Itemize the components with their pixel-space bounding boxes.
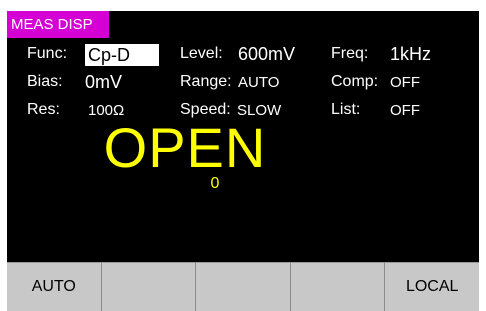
func-label: Func: [27,45,68,62]
softkey-local[interactable]: LOCAL [384,262,479,311]
list-label: List: [331,101,361,118]
comp-value[interactable]: OFF [390,74,420,91]
comp-label: Comp: [331,73,379,90]
secondary-reading: 0 [210,175,220,192]
primary-reading: OPEN [103,116,267,179]
bias-label: Bias: [27,73,63,90]
func-field[interactable]: Cp-D [85,44,159,66]
freq-label: Freq: [331,45,369,62]
range-value[interactable]: AUTO [238,74,279,91]
list-value[interactable]: OFF [390,102,420,119]
bias-value[interactable]: 0mV [85,72,122,93]
range-label: Range: [180,73,232,90]
softkey-4[interactable] [289,262,385,311]
res-label: Res: [27,101,60,118]
page-title: MEAS DISP [7,11,109,38]
softkey-bar: AUTO LOCAL [7,262,479,311]
softkey-auto[interactable]: AUTO [7,262,101,311]
freq-value[interactable]: 1kHz [390,44,431,65]
level-value[interactable]: 600mV [238,44,295,65]
softkey-3[interactable] [195,262,290,311]
softkey-2[interactable] [100,262,196,311]
level-label: Level: [180,45,223,62]
